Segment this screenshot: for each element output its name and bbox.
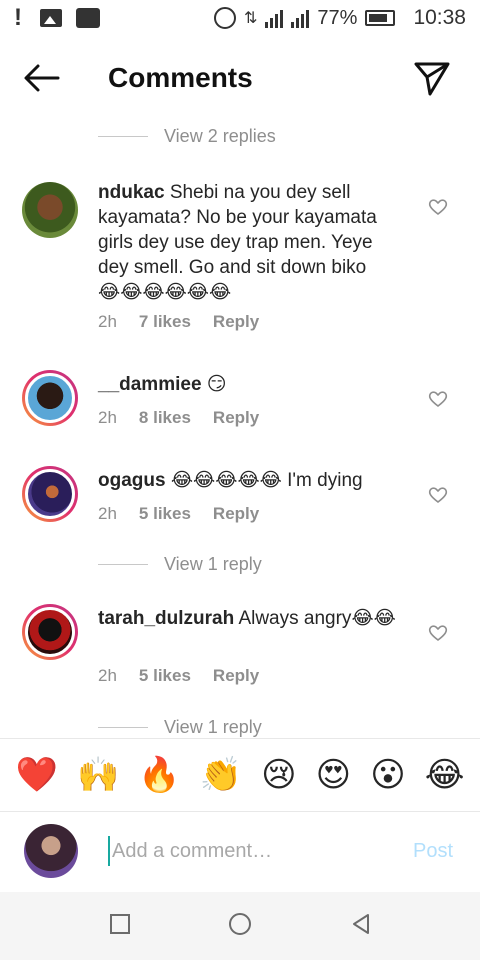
comment-text: ogagus 😂😂😂😂😂 I'm dying (98, 468, 408, 493)
heart-icon[interactable] (428, 624, 448, 642)
emoji-quick-bar: ❤️ 🙌 🔥 👏 😢 😍 😮 😂 (0, 738, 480, 812)
paper-plane-icon[interactable] (412, 58, 452, 98)
home-icon[interactable] (229, 913, 251, 935)
emoji-clapping-hands[interactable]: 👏 (200, 755, 242, 795)
reply-button[interactable]: Reply (213, 666, 259, 686)
comment-text: __dammiee 😏 (98, 372, 408, 397)
emoji-surprised-face[interactable]: 😮 (370, 755, 405, 795)
battery-percent: 77% (317, 6, 358, 29)
emoji-crying-face[interactable]: 😢 (261, 755, 296, 795)
view-replies-button[interactable]: View 1 reply (98, 554, 262, 575)
emoji-raising-hands[interactable]: 🙌 (77, 755, 119, 795)
divider (98, 564, 148, 565)
comment-meta: 2h 5 likes Reply (98, 666, 259, 686)
battery-icon (365, 10, 396, 26)
likes-count[interactable]: 7 likes (139, 312, 191, 332)
comment-meta: 2h 7 likes Reply (98, 312, 259, 332)
system-nav-bar (0, 892, 480, 960)
avatar-image (25, 373, 75, 423)
comment-username[interactable]: __dammiee (98, 374, 202, 395)
page-title: Comments (108, 62, 253, 93)
recents-icon[interactable] (110, 914, 130, 934)
avatar[interactable] (22, 604, 78, 660)
emoji-heart-eyes[interactable]: 😍 (316, 755, 351, 795)
heart-icon[interactable] (428, 486, 448, 504)
header: Comments (0, 44, 480, 114)
divider (98, 136, 148, 137)
divider (98, 727, 148, 728)
comment-username[interactable]: ndukac (98, 182, 165, 203)
emoji-tears-of-joy[interactable]: 😂 (425, 755, 465, 795)
data-icon: ⇅ (244, 10, 258, 27)
comment-meta: 2h 5 likes Reply (98, 504, 259, 524)
image-icon (40, 9, 62, 27)
comment-emojis: 😂😂😂😂😂😂 (98, 281, 232, 303)
view-replies-button[interactable]: View 1 reply (98, 717, 262, 738)
comment-body: I'm dying (287, 470, 363, 491)
avatar-image (25, 469, 75, 519)
likes-count[interactable]: 5 likes (139, 504, 191, 524)
view-replies-label: View 1 reply (164, 717, 262, 737)
view-replies-button[interactable]: View 2 replies (98, 126, 276, 147)
alarm-icon (214, 7, 236, 29)
signal-icon (265, 8, 284, 28)
signal-icon-2 (291, 8, 310, 28)
pulse-icon (76, 8, 100, 28)
view-replies-label: View 1 reply (164, 554, 262, 574)
back-triangle-icon[interactable] (350, 913, 372, 935)
comment-text: tarah_dulzurah Always angry😂😂 (98, 606, 408, 631)
comment-input[interactable] (108, 836, 388, 866)
comment-composer: Post (0, 812, 480, 892)
comment-meta: 2h 8 likes Reply (98, 408, 259, 428)
reply-button[interactable]: Reply (213, 312, 259, 332)
comment-username[interactable]: ogagus (98, 470, 166, 491)
comment-time: 2h (98, 408, 117, 427)
avatar[interactable] (22, 370, 78, 426)
likes-count[interactable]: 5 likes (139, 666, 191, 686)
comment-time: 2h (98, 666, 117, 685)
avatar[interactable] (22, 182, 78, 238)
heart-icon[interactable] (428, 198, 448, 216)
notification-icon: ! (14, 4, 22, 31)
avatar (24, 824, 78, 878)
comment-body: Always angry (238, 608, 352, 629)
comment-time: 2h (98, 504, 117, 523)
reply-button[interactable]: Reply (213, 504, 259, 524)
likes-count[interactable]: 8 likes (139, 408, 191, 428)
arrow-left-icon[interactable] (22, 62, 62, 94)
view-replies-label: View 2 replies (164, 126, 276, 146)
comment-emojis: 😂😂 (351, 607, 396, 629)
status-bar: ! ⇅ 77% 10:38 (0, 0, 480, 36)
comment-text: ndukac Shebi na you dey sell kayamata? N… (98, 180, 408, 305)
post-button[interactable]: Post (413, 840, 453, 863)
emoji-fire[interactable]: 🔥 (138, 755, 180, 795)
clock: 10:38 (413, 6, 466, 29)
avatar[interactable] (22, 466, 78, 522)
heart-icon[interactable] (428, 390, 448, 408)
comment-emojis: 😏 (206, 373, 227, 395)
comment-username[interactable]: tarah_dulzurah (98, 608, 234, 629)
comment-time: 2h (98, 312, 117, 331)
comment-emojis: 😂😂😂😂😂 (170, 469, 282, 491)
reply-button[interactable]: Reply (213, 408, 259, 428)
avatar-image (25, 607, 75, 657)
emoji-red-heart[interactable]: ❤️ (16, 755, 58, 795)
